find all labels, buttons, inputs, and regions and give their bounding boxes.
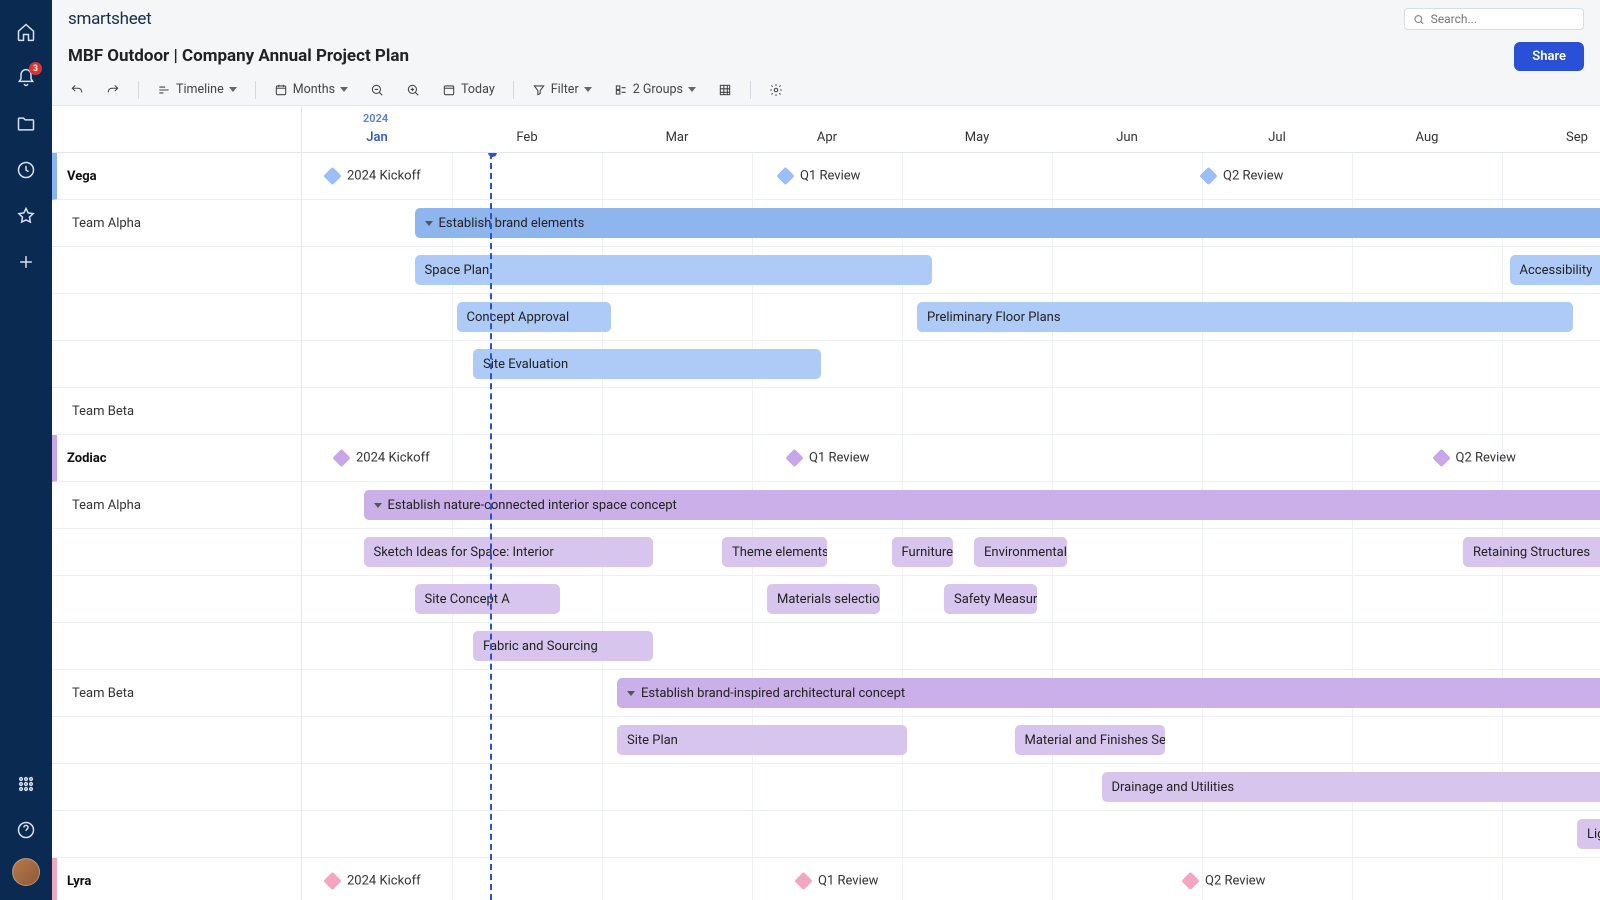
chevron-down-icon [688,87,696,92]
range-months-button[interactable]: Months [266,78,356,101]
add-icon[interactable] [8,244,44,280]
team-label[interactable] [52,717,301,764]
help-icon[interactable] [8,812,44,848]
recents-icon[interactable] [8,152,44,188]
left-nav-rail: 3 [0,0,52,900]
today-button[interactable]: Today [434,78,503,101]
team-label[interactable] [52,529,301,576]
team-label[interactable] [52,341,301,388]
task-bar[interactable]: Materials selection [767,584,880,614]
task-bar[interactable]: Establish brand elements [415,208,1600,238]
milestone[interactable]: Q1 Review [797,874,878,889]
team-label[interactable] [52,623,301,670]
groups-button[interactable]: 2 Groups [606,78,704,101]
milestone[interactable]: Q2 Review [1435,451,1516,466]
milestone[interactable]: 2024 Kickoff [335,451,430,466]
task-bar[interactable]: Theme elements [722,537,827,567]
grid-toggle-button[interactable] [710,79,740,101]
task-bar[interactable]: Establish brand-inspired architectural c… [617,678,1600,708]
favorites-icon[interactable] [8,198,44,234]
milestone[interactable]: Q2 Review [1184,874,1265,889]
task-bar[interactable]: Furniture [892,537,954,567]
view-timeline-button[interactable]: Timeline [149,78,245,101]
task-bar[interactable]: Preliminary Floor Plans [917,302,1573,332]
toolbar: Timeline Months Today Filter 2 Groups [52,74,1600,106]
team-label[interactable] [52,764,301,811]
notifications-icon[interactable]: 3 [8,60,44,96]
task-bar[interactable]: Site Evaluation [473,349,821,379]
project-label[interactable]: Vega [52,153,301,200]
redo-button[interactable] [98,79,128,101]
months-header: 2024JanFebMarAprMayJunJulAugSep [302,106,1600,153]
title-row: MBF Outdoor | Company Annual Project Pla… [52,38,1600,74]
task-bar[interactable]: Retaining Structures [1463,537,1600,567]
milestone[interactable]: Q1 Review [779,169,860,184]
user-avatar[interactable] [12,858,40,886]
search-input[interactable] [1431,12,1575,26]
task-bar[interactable]: Site Concept A [415,584,561,614]
task-bar[interactable]: Drainage and Utilities [1102,772,1600,802]
team-label[interactable]: Team Beta [52,670,301,717]
task-bar[interactable]: Fabric and Sourcing [473,631,653,661]
task-bar[interactable]: Concept Approval [457,302,612,332]
task-bar[interactable]: Lighting Design [1577,819,1600,849]
search-icon [1413,13,1425,26]
team-label[interactable] [52,811,301,858]
filter-button[interactable]: Filter [524,78,600,101]
settings-button[interactable] [761,79,791,101]
task-bar[interactable]: Site Plan [617,725,907,755]
project-label[interactable]: Zodiac [52,435,301,482]
page-title: MBF Outdoor | Company Annual Project Pla… [68,46,409,66]
zoom-in-button[interactable] [398,79,428,101]
milestone[interactable]: Q1 Review [788,451,869,466]
gantt-chart[interactable]: 2024JanFebMarAprMayJunJulAugSep 2024 Kic… [302,106,1600,900]
timeline: VegaTeam AlphaTeam BetaZodiacTeam AlphaT… [52,106,1600,900]
logo: smartsheet [68,9,151,29]
team-label[interactable]: Team Beta [52,388,301,435]
project-label[interactable]: Lyra [52,858,301,900]
team-label[interactable]: Team Alpha [52,200,301,247]
topbar: smartsheet [52,0,1600,38]
zoom-out-button[interactable] [362,79,392,101]
task-bar[interactable]: Material and Finishes Selection [1015,725,1165,755]
row-labels: VegaTeam AlphaTeam BetaZodiacTeam AlphaT… [52,106,302,900]
task-bar[interactable]: Establish nature-connected interior spac… [364,490,1600,520]
undo-button[interactable] [62,79,92,101]
task-bar[interactable]: Accessibility [1510,255,1600,285]
milestone[interactable]: 2024 Kickoff [326,169,421,184]
milestone[interactable]: 2024 Kickoff [326,874,421,889]
task-bar[interactable]: Safety Measures [944,584,1037,614]
task-bar[interactable]: Sketch Ideas for Space: Interior [364,537,654,567]
chevron-down-icon [340,87,348,92]
share-button[interactable]: Share [1514,42,1584,71]
team-label[interactable] [52,294,301,341]
task-bar[interactable]: Space Plan [415,255,933,285]
apps-icon[interactable] [8,766,44,802]
chevron-down-icon [229,87,237,92]
chevron-down-icon [584,87,592,92]
folder-icon[interactable] [8,106,44,142]
task-bar[interactable]: Environmental Considerations [974,537,1067,567]
milestone[interactable]: Q2 Review [1202,169,1283,184]
team-label[interactable]: Team Alpha [52,482,301,529]
team-label[interactable] [52,247,301,294]
home-icon[interactable] [8,14,44,50]
team-label[interactable] [52,576,301,623]
search-input-wrap[interactable] [1404,8,1584,30]
